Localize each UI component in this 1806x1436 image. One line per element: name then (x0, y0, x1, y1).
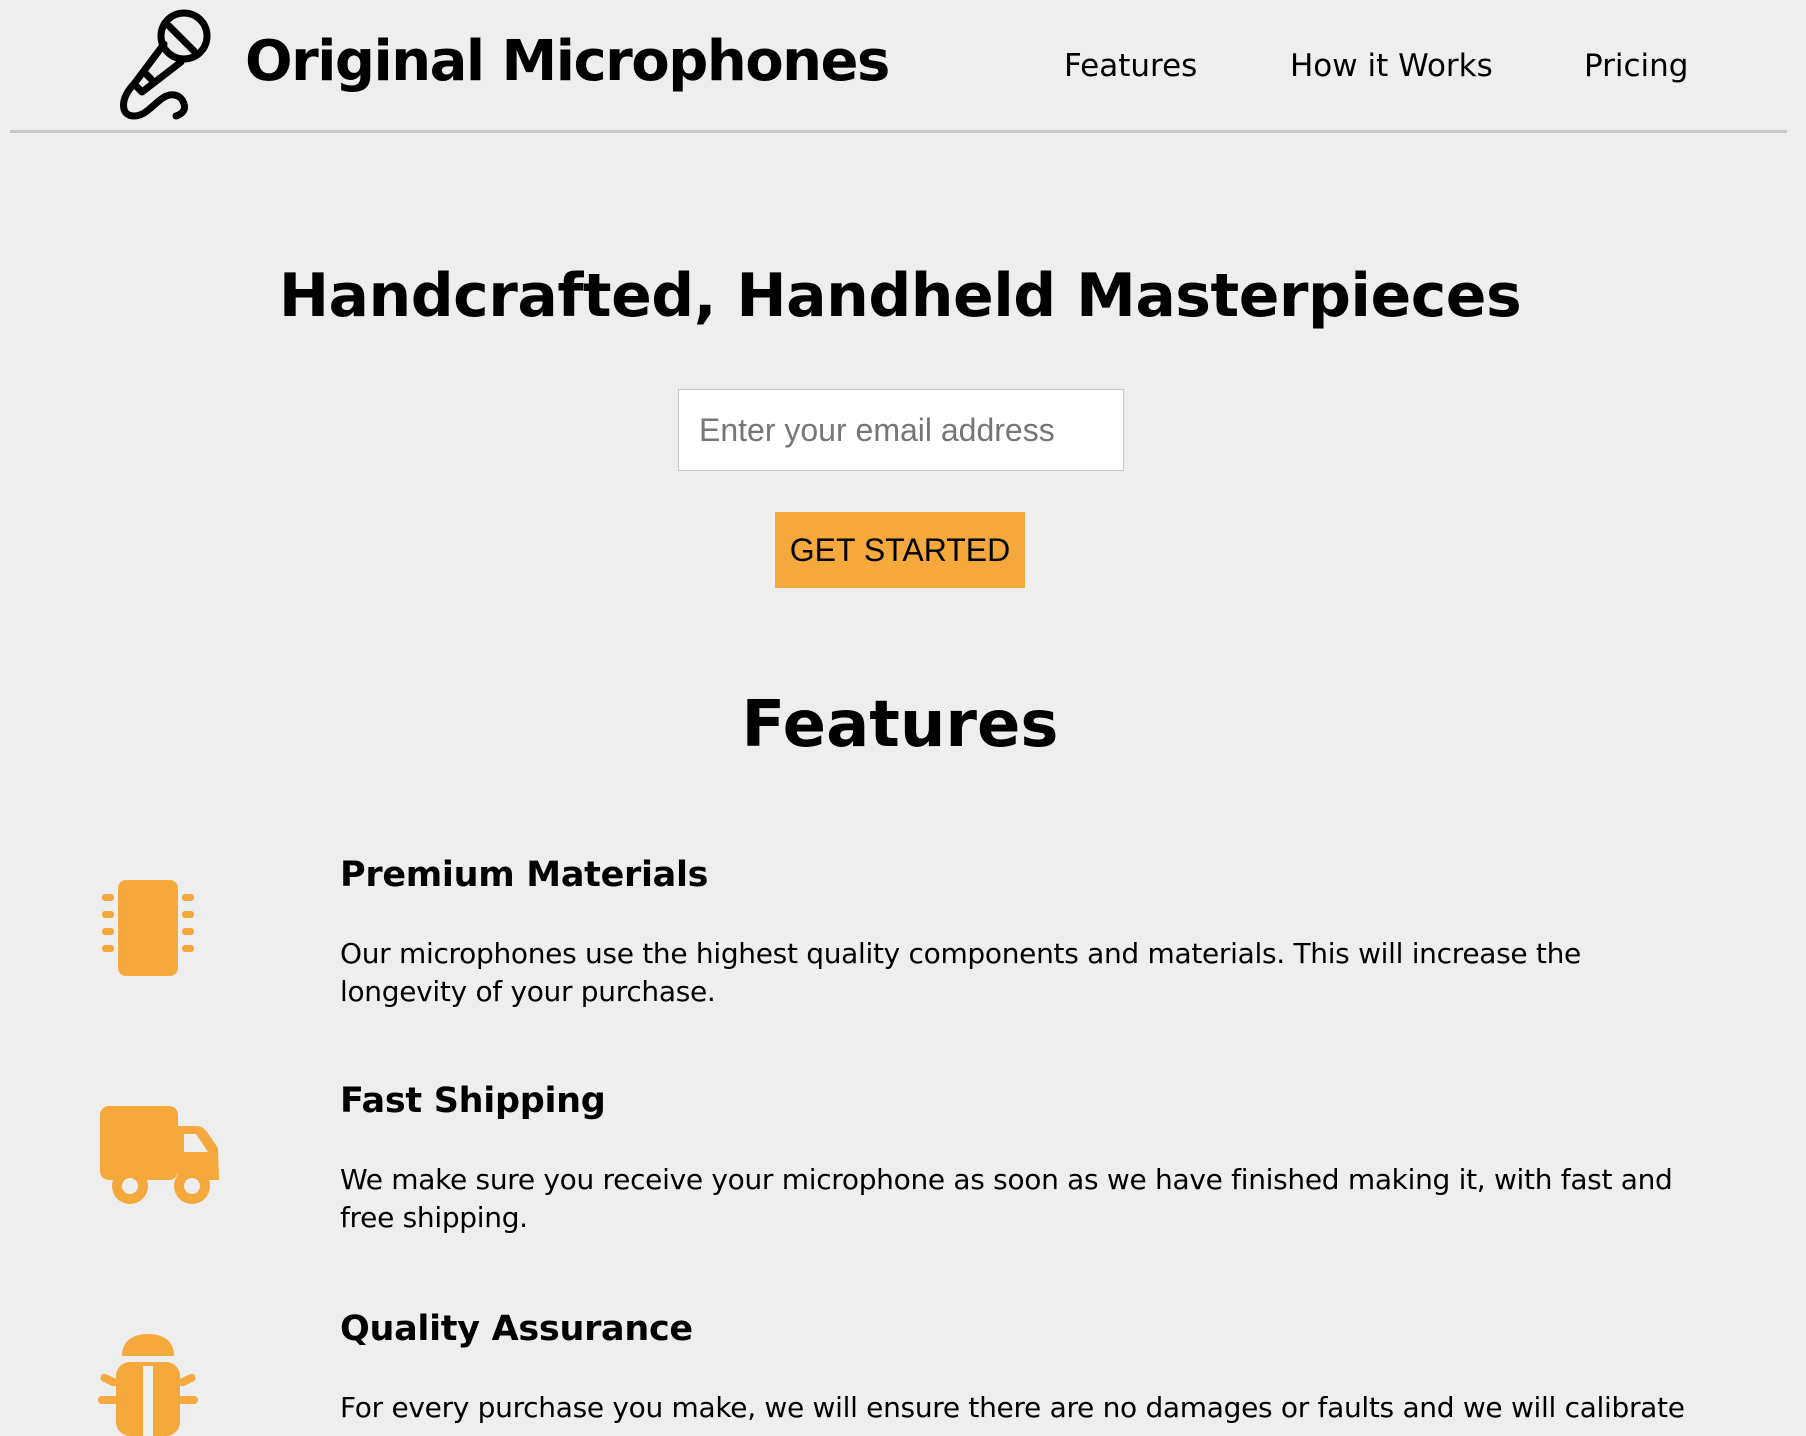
nav-link-features[interactable]: Features (1064, 44, 1197, 88)
truck-icon (100, 1106, 219, 1204)
nav-link-pricing[interactable]: Pricing (1584, 44, 1689, 88)
feature-heading-quality-assurance: Quality Assurance (340, 1309, 693, 1349)
get-started-button[interactable]: GET STARTED (775, 512, 1025, 588)
feature-heading-premium-materials: Premium Materials (340, 855, 709, 895)
nav-link-how-it-works[interactable]: How it Works (1290, 44, 1493, 88)
feature-heading-fast-shipping: Fast Shipping (340, 1081, 606, 1121)
features-section-title: Features (741, 688, 1059, 762)
feature-text-fast-shipping: We make sure you receive your microphone… (340, 1163, 1673, 1234)
bug-icon (98, 1334, 198, 1436)
feature-text-quality-assurance: For every purchase you make, we will ens… (340, 1391, 1685, 1424)
feature-text-premium-materials: Our microphones use the highest quality … (340, 937, 1581, 1008)
chip-icon (102, 880, 194, 976)
brand-name[interactable]: Original Microphones (245, 22, 890, 102)
email-input[interactable] (678, 389, 1124, 471)
microphone-logo-icon[interactable] (114, 4, 220, 120)
hero-title: Handcrafted, Handheld Masterpieces (278, 261, 1522, 331)
site-header: Original Microphones Features How it Wor… (10, 0, 1787, 133)
